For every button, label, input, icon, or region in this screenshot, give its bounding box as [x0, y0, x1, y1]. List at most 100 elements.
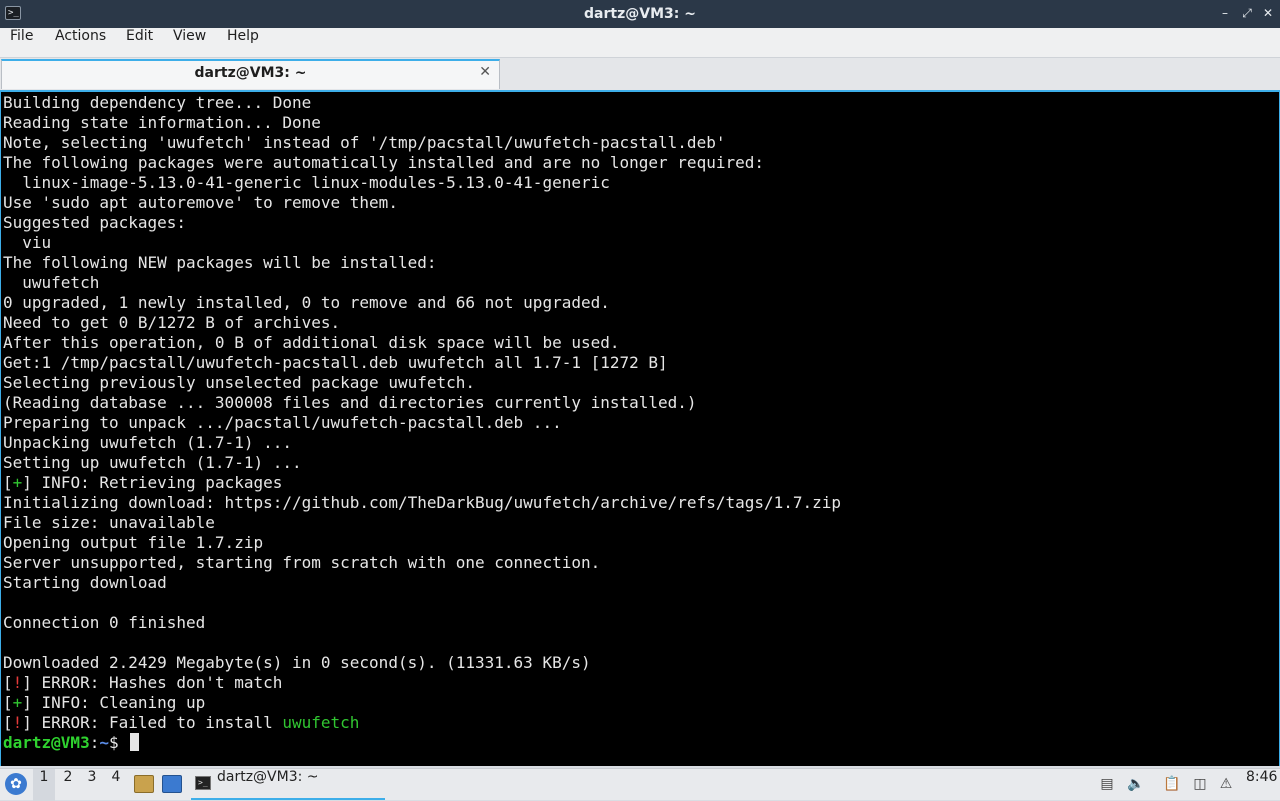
window-titlebar[interactable]: >_ dartz@VM3: ~ – ⤢ ✕	[0, 0, 1280, 28]
maximize-icon[interactable]: ⤢	[1240, 6, 1254, 20]
prompt-user-host: dartz@VM3	[3, 733, 90, 752]
terminal-text: Unpacking uwufetch (1.7-1) ...	[3, 433, 292, 452]
terminal-line: Reading state information... Done	[3, 113, 841, 133]
terminal-text: ] INFO: Retrieving packages	[22, 473, 283, 492]
terminal-text: Opening output file 1.7.zip	[3, 533, 264, 552]
clipboard-icon[interactable]: 📋	[1163, 775, 1181, 793]
terminal-text: Suggested packages:	[3, 213, 187, 232]
file-manager-icon[interactable]	[134, 775, 154, 793]
terminal-text: Initializing download: https://github.co…	[3, 493, 842, 512]
terminal-text: (Reading database ... 300008 files and d…	[3, 393, 697, 412]
terminal-text: Starting download	[3, 573, 167, 592]
menu-edit[interactable]: Edit	[126, 28, 153, 58]
terminal-text: ] INFO: Cleaning up	[22, 693, 206, 712]
terminal-output[interactable]: Building dependency tree... Done Reading …	[0, 90, 1280, 766]
terminal-text: Preparing to unpack .../pacstall/uwufetc…	[3, 413, 562, 432]
terminal-task-icon: >_	[195, 776, 211, 790]
terminal-line: Preparing to unpack .../pacstall/uwufetc…	[3, 413, 841, 433]
terminal-line: After this operation, 0 B of additional …	[3, 333, 841, 353]
terminal-line: File size: unavailable	[3, 513, 841, 533]
task-button-terminal[interactable]: >_ dartz@VM3: ~	[191, 769, 385, 800]
terminal-text: +	[12, 693, 23, 712]
tab-bar: dartz@VM3: ~ ✕	[0, 58, 1280, 90]
window-title: dartz@VM3: ~	[584, 6, 696, 22]
terminal-text: Note, selecting 'uwufetch' instead of '/…	[3, 133, 726, 152]
terminal-text: Reading state information... Done	[3, 113, 321, 132]
terminal-text: [	[3, 713, 13, 732]
terminal-text: Setting up uwufetch (1.7-1) ...	[3, 453, 302, 472]
terminal-text: uwufetch	[282, 713, 360, 732]
lubuntu-start-icon[interactable]: ✿	[5, 773, 27, 795]
terminal-line: 0 upgraded, 1 newly installed, 0 to remo…	[3, 293, 841, 313]
menu-view[interactable]: View	[173, 28, 206, 58]
tab-close-icon[interactable]: ✕	[479, 64, 491, 80]
terminal-text: !	[12, 673, 23, 692]
text-cursor	[130, 733, 140, 751]
terminal-text: Connection 0 finished	[3, 613, 206, 632]
terminal-text: linux-image-5.13.0-41-generic linux-modu…	[3, 173, 610, 192]
terminal-text: Get:1 /tmp/pacstall/uwufetch-pacstall.de…	[3, 353, 668, 372]
task-label: dartz@VM3: ~	[217, 769, 319, 785]
terminal-line: Downloaded 2.2429 Megabyte(s) in 0 secon…	[3, 653, 841, 673]
terminal-text: 0 upgraded, 1 newly installed, 0 to remo…	[3, 293, 610, 312]
update-notifier-icon[interactable]: ⚠	[1217, 775, 1235, 793]
terminal-line: Suggested packages:	[3, 213, 841, 233]
menubar: File Actions Edit View Help	[0, 28, 1280, 58]
prompt-symbol: $	[108, 733, 129, 752]
prompt-separator: :	[89, 733, 100, 752]
terminal-text: Use 'sudo apt autoremove' to remove them…	[3, 193, 398, 212]
terminal-text: Need to get 0 B/1272 B of archives.	[3, 313, 341, 332]
minimize-icon[interactable]: –	[1218, 6, 1232, 20]
terminal-text: viu	[3, 233, 52, 252]
clock: 8:46	[1246, 769, 1278, 785]
menu-file[interactable]: File	[10, 28, 33, 58]
terminal-text: [	[3, 673, 13, 692]
terminal-line: viu	[3, 233, 841, 253]
terminal-text: uwufetch	[3, 273, 100, 292]
terminal-line: Get:1 /tmp/pacstall/uwufetch-pacstall.de…	[3, 353, 841, 373]
terminal-line: Selecting previously unselected package …	[3, 373, 841, 393]
show-desktop-icon[interactable]	[162, 775, 182, 793]
terminal-line: linux-image-5.13.0-41-generic linux-modu…	[3, 173, 841, 193]
terminal-line: [+] INFO: Retrieving packages	[3, 473, 841, 493]
terminal-line: uwufetch	[3, 273, 841, 293]
terminal-text: Selecting previously unselected package …	[3, 373, 476, 392]
menu-actions[interactable]: Actions	[55, 28, 106, 58]
volume-icon[interactable]: 🔈	[1127, 775, 1145, 793]
terminal-text: The following NEW packages will be insta…	[3, 253, 437, 272]
terminal-line: The following packages were automaticall…	[3, 153, 841, 173]
terminal-line: Connection 0 finished	[3, 613, 841, 633]
terminal-line: Need to get 0 B/1272 B of archives.	[3, 313, 841, 333]
terminal-line: Starting download	[3, 573, 841, 593]
terminal-line: Server unsupported, starting from scratc…	[3, 553, 841, 573]
terminal-line: (Reading database ... 300008 files and d…	[3, 393, 841, 413]
workspace-3[interactable]: 3	[81, 769, 103, 801]
terminal-text: [	[3, 693, 13, 712]
terminal-line: The following NEW packages will be insta…	[3, 253, 841, 273]
terminal-text: [	[3, 473, 13, 492]
terminal-line: [!] ERROR: Failed to install uwufetch	[3, 713, 841, 733]
terminal-text: Server unsupported, starting from scratc…	[3, 553, 601, 572]
terminal-text: ] ERROR: Hashes don't match	[22, 673, 283, 692]
prompt-path: ~	[99, 733, 109, 752]
terminal-line: Note, selecting 'uwufetch' instead of '/…	[3, 133, 841, 153]
tab-terminal[interactable]: dartz@VM3: ~ ✕	[1, 59, 500, 89]
close-icon[interactable]: ✕	[1261, 6, 1275, 20]
terminal-text: Building dependency tree... Done	[3, 93, 312, 112]
terminal-line: Use 'sudo apt autoremove' to remove them…	[3, 193, 841, 213]
terminal-text: File size: unavailable	[3, 513, 215, 532]
workspace-1[interactable]: 1	[33, 769, 55, 801]
terminal-line: Unpacking uwufetch (1.7-1) ...	[3, 433, 841, 453]
terminal-text: After this operation, 0 B of additional …	[3, 333, 620, 352]
clipboard-manager-icon[interactable]: ▤	[1098, 775, 1116, 793]
terminal-line: Initializing download: https://github.co…	[3, 493, 841, 513]
workspace-2[interactable]: 2	[57, 769, 79, 801]
tab-label: dartz@VM3: ~	[194, 65, 307, 81]
menu-help[interactable]: Help	[227, 28, 259, 58]
terminal-prompt[interactable]: dartz@VM3:~$	[3, 733, 841, 753]
network-icon[interactable]: ◫	[1191, 775, 1209, 793]
workspace-4[interactable]: 4	[105, 769, 127, 801]
terminal-text: Downloaded 2.2429 Megabyte(s) in 0 secon…	[3, 653, 591, 672]
